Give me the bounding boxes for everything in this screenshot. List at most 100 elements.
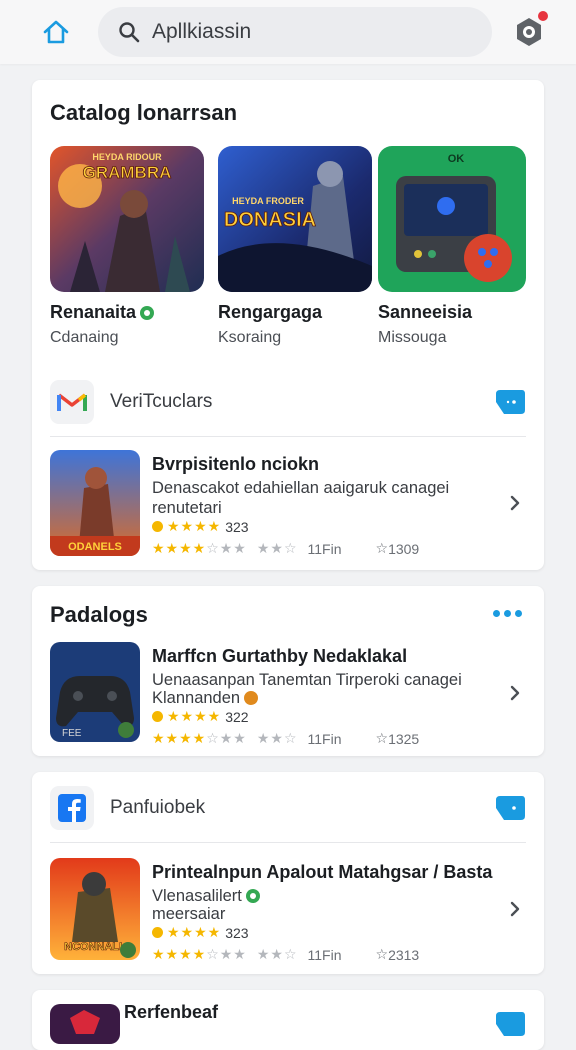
app-icon: ODANELS [50, 450, 140, 556]
chevron-right-icon[interactable] [506, 900, 524, 918]
icon-text: FEE [62, 728, 82, 739]
stat-mid: 11Fin [307, 540, 342, 557]
padalogs-card: Padalogs FEE Marffcn Gurtathby Nedaklaka… [32, 586, 544, 756]
app-description-text: Vlenasalilert [152, 887, 242, 905]
rating-row: ★★★★ 323 [152, 518, 249, 535]
featured-art-1: HEYDA RIDOUR GRAMBRA [50, 146, 204, 292]
star-rating: ★★★★ [167, 708, 222, 724]
divider [50, 436, 526, 437]
coin-icon [152, 927, 163, 938]
star-rating: ★★★★ [167, 518, 222, 534]
empty-stars: ★★☆ [256, 540, 298, 556]
chevron-right-icon[interactable] [506, 494, 524, 512]
search-bar[interactable]: Apllkiassin [98, 7, 492, 57]
stats-row: ★★★★ ☆★★ ★★☆ 11Fin ☆ 1325 [152, 730, 419, 747]
home-icon[interactable] [36, 12, 76, 52]
app-description: Denascakot edahiellan aaigaruk canagei r… [152, 479, 450, 517]
catalog-card: Catalog lonarrsan HEYDA RIDOUR GRAMBRA R… [32, 80, 544, 570]
top-bar: Apllkiassin [0, 0, 576, 64]
rerfenbeaf-card: Rerfenbeaf [32, 990, 544, 1050]
stat-mid: 11Fin [307, 730, 342, 747]
stat-star-icon: ☆ [375, 540, 389, 556]
divider [50, 842, 526, 843]
section-title: Padalogs [50, 602, 148, 627]
verified-icon [140, 305, 155, 320]
app-row[interactable]: FEE Marffcn Gurtathby Nedaklakal Uenaasa… [50, 642, 526, 752]
featured-sub: Ksoraing [218, 329, 282, 346]
rating-row: ★★★★ 323 [152, 924, 249, 941]
art-top-text: HEYDA FRODER [232, 196, 304, 206]
featured-sub: Missouga [378, 329, 447, 346]
stats-row: ★★★★ ☆★★ ★★☆ 11Fin ☆ 1309 [152, 540, 419, 557]
featured-name: Renanaita [50, 302, 137, 322]
empty-stars: ☆★★ [206, 946, 247, 962]
section-title: Catalog lonarrsan [50, 100, 238, 125]
star-rating: ★★★★ [152, 540, 207, 556]
art-title-text: DONASIA [224, 209, 316, 231]
app-icon [50, 1004, 120, 1044]
rating-count: 322 [225, 708, 249, 725]
gmail-icon [50, 380, 94, 424]
developer-row[interactable]: VeriTcuclars [50, 380, 212, 424]
app-row[interactable]: NCONNALL Printealnpun Apalout Matahgsar … [50, 858, 526, 968]
coin-icon [152, 711, 163, 722]
notification-dot [536, 9, 550, 23]
featured-app-1[interactable]: HEYDA RIDOUR GRAMBRA Renanaita Cdanaing [50, 146, 204, 347]
stat-star-icon: ☆ [375, 730, 389, 746]
featured-app-2[interactable]: HEYDA FRODER DONASIA Rengargaga Ksoraing [218, 146, 372, 347]
badge-icon [244, 691, 259, 705]
app-row[interactable]: ODANELS Bvrpisitenlo nciokn Denascakot e… [50, 450, 526, 560]
stat-right: 1325 [388, 730, 420, 747]
empty-stars: ☆★★ [206, 730, 247, 746]
app-description: Vlenasalilert [152, 886, 492, 906]
rating-row: ★★★★ 322 [152, 708, 249, 725]
app-title: Marffcn Gurtathby Nedaklakal [152, 646, 408, 666]
empty-stars: ☆★★ [206, 540, 247, 556]
stat-right: 2313 [388, 946, 420, 963]
art-top-text: HEYDA RIDOUR [92, 152, 162, 162]
app-icon: NCONNALL [50, 858, 140, 960]
featured-sub: Cdanaing [50, 329, 119, 346]
more-icon[interactable] [493, 610, 522, 617]
featured-art-2: HEYDA FRODER DONASIA [218, 146, 372, 292]
star-rating: ★★★★ [152, 946, 207, 962]
app-title: Bvrpisitenlo nciokn [152, 454, 320, 474]
app-description: Uenaasanpan Tanemtan Tirperoki canagei [152, 671, 462, 689]
tag-icon[interactable] [494, 388, 526, 416]
stat-right: 1309 [388, 540, 420, 557]
star-rating: ★★★★ [167, 924, 222, 940]
stat-mid: 11Fin [307, 946, 342, 963]
featured-app-3[interactable]: OK Sanneeisia Missouga [378, 146, 526, 347]
verified-icon [245, 889, 260, 903]
chevron-right-icon[interactable] [506, 684, 524, 702]
developer-label: Panfuiobek [110, 797, 206, 818]
search-query: Apllkiassin [152, 20, 252, 43]
stat-star-icon: ☆ [375, 946, 389, 962]
coin-icon [152, 521, 163, 532]
icon-text: ODANELS [68, 541, 122, 553]
art-title-text: OK [448, 153, 465, 165]
stats-row: ★★★★ ☆★★ ★★☆ 11Fin ☆ 2313 [152, 946, 419, 963]
art-title-text: GRAMBRA [83, 163, 172, 182]
rating-count: 323 [225, 924, 249, 941]
icon-text: NCONNALL [64, 941, 126, 953]
app-title: Printealnpun Apalout Matahgsar / Basta [152, 862, 493, 882]
tag-icon[interactable] [494, 794, 526, 822]
app-subtitle: Klannanden [152, 689, 241, 707]
facebook-icon [50, 786, 94, 830]
search-icon [119, 22, 140, 43]
profile-icon[interactable] [512, 9, 550, 49]
app-description-line2: Klannanden [152, 688, 492, 708]
rating-count: 323 [225, 518, 249, 535]
section-title: Rerfenbeaf [124, 1002, 219, 1022]
featured-name: Rengargaga [218, 302, 323, 322]
empty-stars: ★★☆ [256, 946, 298, 962]
featured-name: Sanneeisia [378, 302, 473, 322]
developer-row[interactable]: Panfuiobek [50, 786, 205, 830]
app-icon: FEE [50, 642, 140, 742]
app-subtitle: meersaiar [152, 905, 226, 923]
featured-art-3: OK [378, 146, 526, 292]
tag-icon[interactable] [494, 1010, 526, 1038]
panfuiobek-card: Panfuiobek NCONNALL Printealnpun Apalout… [32, 772, 544, 974]
empty-stars: ★★☆ [256, 730, 298, 746]
